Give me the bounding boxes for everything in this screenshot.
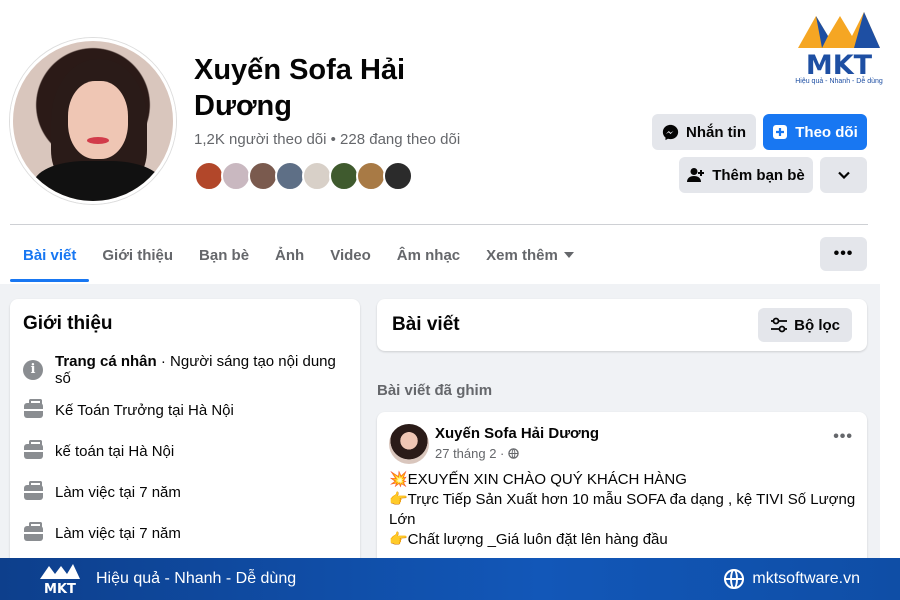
friend-avatar[interactable] — [329, 161, 359, 191]
post-text: 💥EXUYẾN XIN CHÀO QUÝ KHÁCH HÀNG 👉Trực Ti… — [389, 471, 856, 548]
tab-see-more[interactable]: Xem thêm — [473, 232, 587, 278]
tab-photos[interactable]: Ảnh — [262, 232, 317, 278]
friend-avatar[interactable] — [383, 161, 413, 191]
follow-plus-icon — [773, 125, 788, 139]
briefcase-icon — [23, 399, 43, 418]
footer-logo: MKT — [38, 563, 82, 597]
friend-avatar[interactable] — [302, 161, 332, 191]
message-label: Nhắn tin — [686, 123, 746, 141]
profile-options-dropdown[interactable] — [820, 157, 867, 193]
profile-avatar[interactable] — [10, 38, 176, 204]
friend-avatar[interactable] — [356, 161, 386, 191]
profile-name: Xuyến Sofa Hải Dương — [194, 54, 406, 122]
intro-page-type: i Trang cá nhân · Người sáng tạo nội dun… — [23, 349, 347, 390]
tab-friends[interactable]: Bạn bè — [186, 232, 262, 278]
tab-posts[interactable]: Bài viết — [10, 232, 90, 282]
intro-item: kế toán tại Hà Nội — [23, 431, 347, 472]
pinned-posts-label: Bài viết đã ghim — [377, 382, 493, 399]
messenger-icon — [662, 124, 679, 140]
friend-avatar[interactable] — [221, 161, 251, 191]
filter-button[interactable]: Bộ lọc — [758, 308, 852, 342]
follow-stats[interactable]: 1,2K người theo dõi • 228 đang theo dõi — [194, 131, 460, 148]
post-options-button[interactable]: ••• — [833, 428, 853, 446]
briefcase-icon — [23, 522, 43, 541]
intro-item: Kế Toán Trưởng tại Hà Nội — [23, 390, 347, 431]
briefcase-icon — [23, 440, 43, 459]
intro-card: Giới thiệu i Trang cá nhân · Người sáng … — [10, 299, 360, 569]
intro-title: Giới thiệu — [23, 313, 113, 334]
svg-text:MKT: MKT — [44, 582, 76, 595]
friend-avatar[interactable] — [194, 161, 224, 191]
chevron-down-icon — [837, 171, 850, 179]
follow-label: Theo dõi — [795, 123, 858, 141]
caret-down-icon — [563, 252, 574, 258]
tab-video[interactable]: Video — [317, 232, 384, 278]
friend-avatar[interactable] — [275, 161, 305, 191]
add-person-icon — [687, 168, 705, 182]
add-friend-button[interactable]: Thêm bạn bè — [679, 157, 813, 193]
info-icon: i — [23, 359, 43, 380]
follow-button[interactable]: Theo dõi — [763, 114, 867, 150]
mkt-logo-text: MKT — [806, 50, 873, 78]
add-friend-label: Thêm bạn bè — [712, 166, 805, 184]
briefcase-icon — [23, 481, 43, 500]
profile-tabs: Bài viết Giới thiệu Bạn bè Ảnh Video Âm … — [10, 232, 587, 282]
posts-header-card: Bài viết Bộ lọc — [377, 299, 867, 351]
friend-avatar[interactable] — [248, 161, 278, 191]
intro-item: Làm việc tại 7 năm — [23, 472, 347, 513]
post-date[interactable]: 27 tháng 2 · — [435, 446, 519, 461]
post-author-avatar[interactable] — [389, 424, 429, 464]
tabs-more-button[interactable]: ••• — [820, 237, 867, 271]
message-button[interactable]: Nhắn tin — [652, 114, 756, 150]
pinned-post: Xuyến Sofa Hải Dương 27 tháng 2 · ••• 💥E… — [377, 412, 867, 572]
post-author[interactable]: Xuyến Sofa Hải Dương — [435, 425, 599, 442]
intro-item: Làm việc tại 7 năm — [23, 513, 347, 554]
friend-avatars[interactable] — [194, 161, 413, 191]
posts-title: Bài viết — [392, 314, 460, 335]
filter-icon — [771, 317, 788, 333]
tab-music[interactable]: Âm nhạc — [384, 232, 473, 278]
footer-website[interactable]: mktsoftware.vn — [724, 569, 860, 589]
tab-about[interactable]: Giới thiệu — [89, 232, 186, 278]
footer-slogan: Hiệu quả - Nhanh - Dễ dùng — [96, 570, 297, 587]
mkt-logo: MKT Hiệu quả - Nhanh - Dễ dùng — [794, 8, 884, 88]
header-divider — [10, 224, 868, 225]
footer-banner: MKT Hiệu quả - Nhanh - Dễ dùng mktsoftwa… — [0, 558, 900, 600]
globe-icon — [724, 569, 745, 589]
globe-icon — [508, 448, 519, 459]
logo-tagline: Hiệu quả - Nhanh - Dễ dùng — [795, 78, 883, 85]
